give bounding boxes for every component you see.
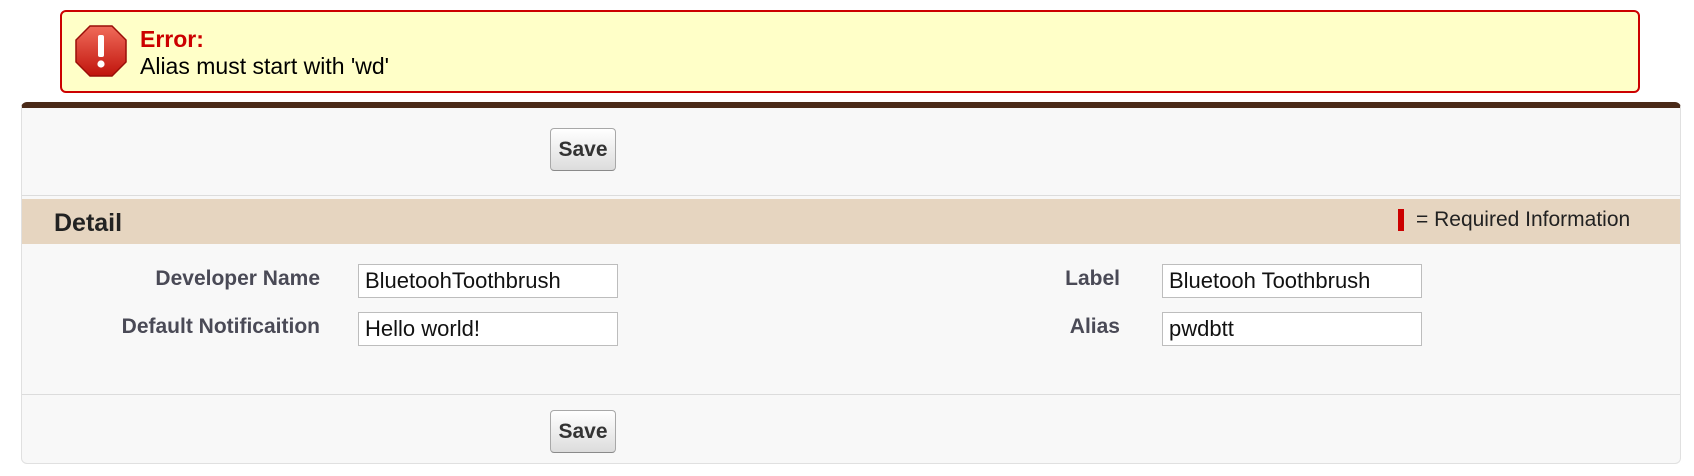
- default-notification-label: Default Notificaition: [121, 315, 320, 338]
- alias-label: Alias: [1069, 315, 1120, 338]
- label-field-label: Label: [1065, 267, 1120, 290]
- error-title: Error:: [140, 26, 204, 52]
- divider: [22, 394, 1680, 395]
- developer-name-label: Developer Name: [155, 267, 320, 290]
- developer-name-input[interactable]: [358, 264, 618, 298]
- default-notification-input[interactable]: [358, 312, 618, 346]
- error-message-text: Alias must start with 'wd': [140, 53, 390, 79]
- label-input[interactable]: [1162, 264, 1422, 298]
- required-marker-icon: [1398, 209, 1404, 231]
- detail-section-header: Detail = Required Information: [22, 199, 1680, 244]
- error-icon: [75, 25, 127, 77]
- section-title: Detail: [54, 209, 123, 237]
- save-button-top[interactable]: Save: [550, 128, 616, 171]
- edit-form-panel: Save Detail = Required Information Devel…: [21, 102, 1681, 464]
- alias-input[interactable]: [1162, 312, 1422, 346]
- error-message-box: Error: Alias must start with 'wd': [60, 10, 1640, 93]
- save-button-bottom[interactable]: Save: [550, 410, 616, 453]
- divider: [22, 195, 1680, 196]
- required-information-legend: = Required Information: [1416, 208, 1631, 231]
